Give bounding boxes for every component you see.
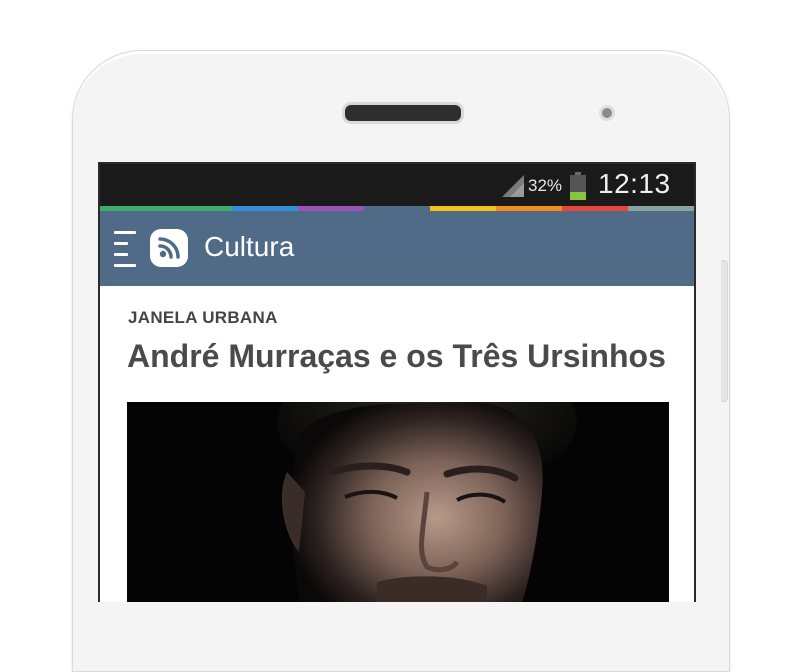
rss-icon[interactable] [150, 229, 188, 267]
signal-icon [502, 175, 524, 197]
article-image[interactable] [127, 402, 669, 602]
portrait-photo [127, 402, 669, 602]
side-button [721, 260, 728, 402]
phone-screen: 32% 12:13 Cultura JANELA URBANA André Mu… [98, 162, 696, 602]
app-title: Cultura [204, 231, 295, 262]
article-kicker[interactable]: JANELA URBANA [128, 308, 278, 328]
front-camera [599, 105, 615, 121]
battery-icon [570, 172, 586, 200]
article-headline[interactable]: André Murraças e os Três Ursinhos [127, 338, 666, 375]
menu-icon[interactable] [114, 231, 136, 267]
earpiece-speaker [342, 102, 464, 124]
app-bar: Cultura [100, 211, 694, 286]
battery-percent: 32% [528, 176, 563, 195]
clock: 12:13 [598, 168, 671, 199]
status-bar: 32% 12:13 [100, 164, 694, 206]
